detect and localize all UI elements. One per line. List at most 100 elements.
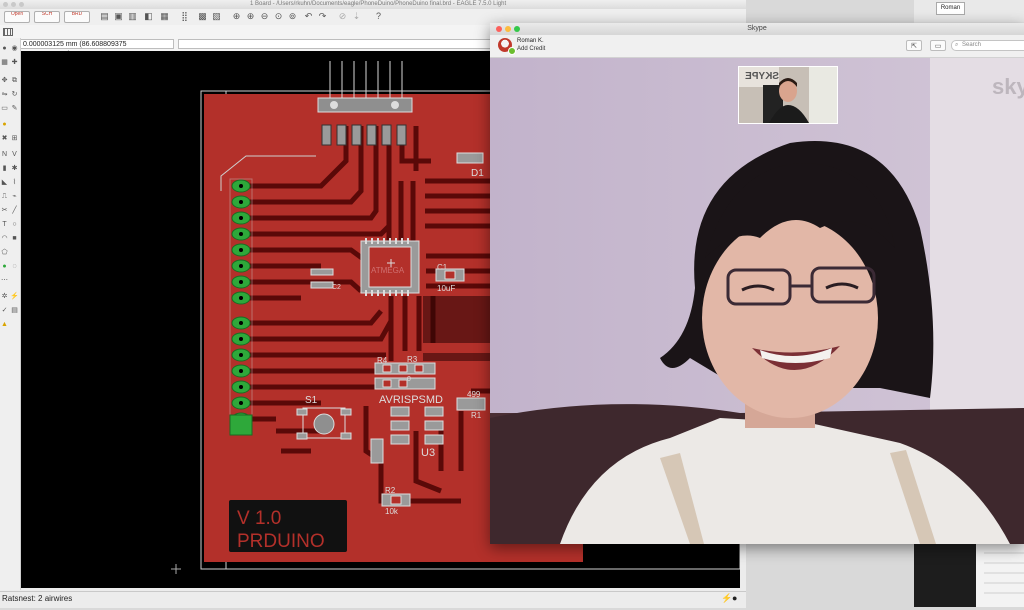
zoom-in-icon[interactable]: ⊕	[246, 12, 255, 21]
skype-window-title: Skype	[747, 25, 767, 32]
script-icon[interactable]: ▦	[160, 12, 169, 21]
label-avr: AVRISPSMD	[379, 394, 443, 406]
sch-button[interactable]: SCH	[34, 11, 60, 23]
brd-button[interactable]: BRD	[64, 11, 90, 23]
erc-icon[interactable]: ✓	[0, 306, 9, 315]
self-view-image: SKYPE	[739, 67, 837, 123]
popout-button[interactable]: ⇱	[906, 40, 922, 51]
open-button-label: Open	[10, 11, 24, 17]
stop-status-icon[interactable]: ●	[732, 593, 737, 603]
lightning-icon[interactable]: ⚡	[721, 593, 732, 604]
arc-icon[interactable]: ◠	[0, 234, 9, 243]
rect-icon[interactable]: ■	[10, 234, 19, 243]
wire-icon[interactable]: ╱	[10, 206, 19, 215]
ratsnest-icon[interactable]: ✲	[0, 292, 9, 301]
chat-button[interactable]: ▭	[930, 40, 946, 51]
paste-icon[interactable]: ●	[0, 120, 9, 129]
info-icon[interactable]: ●	[0, 44, 9, 53]
sch-button-label: SCH	[41, 11, 53, 17]
smash-icon[interactable]: ✱	[10, 164, 19, 173]
copy-icon[interactable]: ⧉	[10, 76, 19, 85]
brd-button-label: BRD	[71, 11, 83, 17]
circle-icon[interactable]: ○	[10, 220, 19, 229]
contact-name[interactable]: Roman K.	[517, 38, 544, 44]
self-view-banner: SKYPE	[745, 71, 779, 82]
atmega-chip: ATMEGA	[360, 238, 420, 296]
warning-icon[interactable]: ▲	[0, 320, 9, 329]
board-name-text: PRDUINO	[237, 531, 325, 552]
delete-icon[interactable]: ✖	[0, 134, 9, 143]
help-icon[interactable]: ?	[374, 12, 383, 21]
redraw-icon[interactable]: ⊚	[288, 12, 297, 21]
grid-icon[interactable]	[3, 28, 13, 36]
add-credit-link[interactable]: Add Credit	[517, 46, 545, 52]
display-icon[interactable]: ▦	[0, 58, 9, 67]
zoom-fit-icon[interactable]: ⊕	[232, 12, 241, 21]
roman-tag[interactable]: Roman	[936, 2, 965, 15]
minimize-icon[interactable]	[11, 2, 16, 7]
label-c2: C2	[332, 284, 341, 291]
text-icon[interactable]: T	[0, 220, 9, 229]
self-view[interactable]: SKYPE	[738, 66, 838, 124]
go-icon[interactable]: ⇣	[352, 12, 361, 21]
grid-settings-icon[interactable]: ⣿	[180, 12, 189, 21]
label-r2-value: 10k	[385, 507, 399, 516]
layer-icon[interactable]: ◧	[144, 12, 153, 21]
redo-icon[interactable]: ↷	[318, 12, 327, 21]
version-label: V 1.0 PRDUINO	[229, 500, 347, 552]
mirror-icon[interactable]: ⇋	[0, 90, 9, 99]
value-icon[interactable]: V	[10, 150, 19, 159]
optimize-icon[interactable]: ⎍	[0, 192, 9, 201]
eagle-statusbar: Ratsnest: 2 airwires ⚡ ●	[0, 591, 746, 608]
route-icon[interactable]: ⌁	[10, 192, 19, 201]
label-atmega: ATMEGA	[371, 266, 405, 275]
coordinate-readout: 0.000003125 mm (86.608809375 56.68823125…	[20, 39, 174, 58]
video-feed[interactable]: sky SKYPE	[490, 58, 1024, 544]
label-r1: R1	[471, 411, 482, 420]
skype-search-input[interactable]: ⌕ Search	[951, 40, 1024, 51]
eagle-window-title: 1 Board - /Users/rkuhn/Documents/eagle/P…	[250, 1, 507, 7]
change-icon[interactable]: ✎	[10, 104, 19, 113]
close-icon[interactable]	[3, 2, 8, 7]
undo-icon[interactable]: ↶	[304, 12, 313, 21]
search-icon: ⌕	[955, 42, 959, 48]
skype-window: Skype Roman K. Add Credit ⇱ ▭ ⌕ Search s…	[490, 23, 1024, 544]
board-version-text: V 1.0	[237, 508, 281, 529]
rotate-icon[interactable]: ↻	[10, 90, 19, 99]
cam-icon[interactable]: ▥	[128, 12, 137, 21]
video-image: sky	[490, 58, 1024, 544]
call-header: Roman K. Add Credit ⇱ ▭ ⌕ Search	[490, 35, 1024, 58]
zoom-window-icon[interactable]	[19, 2, 24, 7]
stop-icon[interactable]: ⊘	[338, 12, 347, 21]
zoom-out-icon[interactable]: ⊖	[260, 12, 269, 21]
mark-icon[interactable]: ✚	[10, 58, 19, 67]
lock-icon[interactable]: ▮	[0, 164, 9, 173]
add-icon[interactable]: ⊞	[10, 134, 19, 143]
attribute-icon[interactable]: ⋯	[0, 276, 9, 285]
drc2-icon[interactable]: ▤	[10, 306, 19, 315]
header-pins	[329, 61, 403, 99]
auto-icon[interactable]: ⚡	[10, 292, 19, 301]
split-icon[interactable]: ⌇	[10, 178, 19, 187]
drc-icon[interactable]: ▧	[212, 12, 221, 21]
save-icon[interactable]: ▤	[100, 12, 109, 21]
open-button[interactable]: Open	[4, 11, 30, 23]
show-icon[interactable]: ◉	[10, 44, 19, 53]
board-icon[interactable]: ▩	[198, 12, 207, 21]
move-icon[interactable]: ✥	[0, 76, 9, 85]
ratsnest-status: Ratsnest: 2 airwires	[2, 594, 73, 603]
ripup-icon[interactable]: ✂	[0, 206, 9, 215]
print-icon[interactable]: ▣	[114, 12, 123, 21]
tool-palette: ● ◉ ▦ ✚ ✥ ⧉ ⇋ ↻ ▭ ✎ ● ✖ ⊞ N V ▮ ✱ ◣ ⌇ ⎍ …	[0, 38, 21, 590]
name-icon[interactable]: N	[0, 150, 9, 159]
zoom-select-icon[interactable]: ⊙	[274, 12, 283, 21]
polygon-icon[interactable]: ⬠	[0, 248, 9, 257]
hole-icon[interactable]: ◌	[10, 262, 19, 271]
search-placeholder: Search	[962, 42, 982, 48]
group-icon[interactable]: ▭	[0, 104, 9, 113]
miter-icon[interactable]: ◣	[0, 178, 9, 187]
label-s1: S1	[305, 395, 318, 406]
label-d1: D1	[471, 168, 484, 179]
label-c1-value: 10uF	[437, 284, 455, 293]
via-icon[interactable]: ●	[0, 262, 9, 271]
